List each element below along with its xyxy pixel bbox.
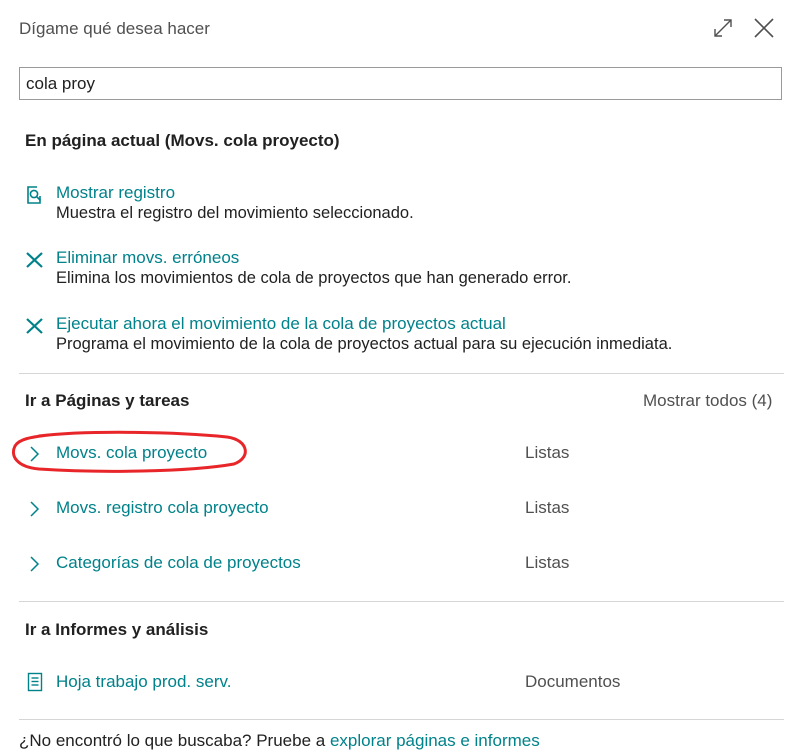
result-title[interactable]: Categorías de cola de proyectos bbox=[56, 553, 301, 573]
search-input[interactable] bbox=[19, 67, 782, 100]
result-row-categorias[interactable]: Categorías de cola de proyectos Listas bbox=[25, 551, 765, 577]
chevron-right-icon bbox=[27, 445, 41, 463]
divider bbox=[19, 373, 784, 374]
result-category: Listas bbox=[525, 553, 570, 572]
show-all-link[interactable]: Mostrar todos (4) bbox=[643, 391, 772, 411]
chevron-right-icon bbox=[27, 500, 41, 518]
section-reports-title: Ir a Informes y análisis bbox=[25, 620, 209, 639]
result-title[interactable]: Hoja trabajo prod. serv. bbox=[56, 672, 231, 692]
show-record-icon bbox=[25, 185, 45, 205]
divider bbox=[19, 601, 784, 602]
result-title[interactable]: Movs. cola proyecto bbox=[56, 443, 207, 463]
explore-pages-link[interactable]: explorar páginas e informes bbox=[330, 731, 540, 750]
footer-text: ¿No encontró lo que buscaba? Pruebe a bbox=[19, 731, 330, 750]
action-title[interactable]: Ejecutar ahora el movimiento de la cola … bbox=[56, 314, 506, 334]
result-row-movs-registro[interactable]: Movs. registro cola proyecto Listas bbox=[25, 496, 765, 522]
dialog-title: Dígame qué desea hacer bbox=[19, 19, 210, 38]
section-current-page-title: En página actual (Movs. cola proyecto) bbox=[25, 131, 340, 150]
result-category: Listas bbox=[525, 443, 570, 462]
action-description: Muestra el registro del movimiento selec… bbox=[56, 204, 414, 222]
result-category: Listas bbox=[525, 498, 570, 517]
expand-icon[interactable] bbox=[710, 15, 736, 41]
action-x-icon bbox=[25, 250, 45, 270]
action-title[interactable]: Eliminar movs. erróneos bbox=[56, 248, 239, 268]
result-title[interactable]: Movs. registro cola proyecto bbox=[56, 498, 269, 518]
close-icon[interactable] bbox=[751, 15, 777, 41]
document-icon bbox=[27, 672, 43, 692]
result-row-hoja-trabajo[interactable]: Hoja trabajo prod. serv. Documentos bbox=[25, 670, 765, 696]
footer-hint: ¿No encontró lo que buscaba? Pruebe a ex… bbox=[19, 731, 540, 751]
section-pages-tasks-title: Ir a Páginas y tareas bbox=[25, 391, 190, 410]
result-category: Documentos bbox=[525, 672, 621, 691]
chevron-right-icon bbox=[27, 555, 41, 573]
action-x-icon bbox=[25, 316, 45, 336]
action-description: Programa el movimiento de la cola de pro… bbox=[56, 335, 673, 353]
divider bbox=[19, 719, 784, 720]
action-description: Elimina los movimientos de cola de proye… bbox=[56, 269, 572, 287]
result-row-movs-cola-proyecto[interactable]: Movs. cola proyecto Listas bbox=[25, 441, 765, 467]
action-title[interactable]: Mostrar registro bbox=[56, 183, 175, 203]
